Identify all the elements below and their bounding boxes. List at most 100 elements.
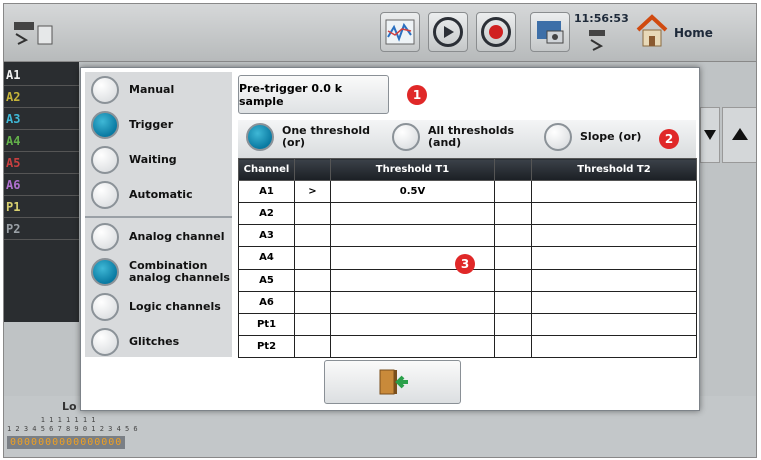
table-cell[interactable] bbox=[294, 290, 331, 314]
table-cell[interactable] bbox=[531, 179, 697, 204]
callout-badge-3: 3 bbox=[455, 254, 475, 274]
menu-separator bbox=[85, 216, 232, 218]
table-row: A1 >0.5V bbox=[238, 179, 697, 204]
menu-item-manual[interactable]: Manual bbox=[85, 73, 232, 107]
table-cell[interactable] bbox=[330, 334, 495, 359]
table-cell[interactable] bbox=[494, 224, 532, 248]
menu-item-glitches[interactable]: Glitches bbox=[85, 325, 232, 359]
channel-row-a6[interactable]: A6 bbox=[4, 174, 79, 196]
channel-row-p2[interactable]: P2 bbox=[4, 218, 79, 240]
table-header-row: Channel Threshold T1 Threshold T2 bbox=[238, 158, 697, 181]
pretrigger-button[interactable]: Pre-trigger 0.0 k sample bbox=[238, 75, 389, 114]
radio-all-thresholds[interactable] bbox=[392, 123, 420, 151]
table-cell[interactable] bbox=[494, 246, 532, 270]
channel-cell: A6 bbox=[238, 290, 295, 314]
table-cell[interactable] bbox=[494, 290, 532, 314]
table-cell[interactable] bbox=[294, 246, 331, 270]
menu-item-waiting[interactable]: Waiting bbox=[85, 143, 232, 177]
table-cell[interactable] bbox=[294, 312, 331, 336]
scroll-down-button[interactable] bbox=[700, 107, 720, 163]
channel-row-a5[interactable]: A5 bbox=[4, 152, 79, 174]
table-cell[interactable] bbox=[294, 268, 331, 292]
menu-item-logic-channels[interactable]: Logic channels bbox=[85, 290, 232, 324]
record-button[interactable] bbox=[476, 12, 516, 52]
digit-index: 1 2 3 4 5 6 7 8 9 0 1 2 3 4 5 6 bbox=[7, 425, 138, 433]
table-cell[interactable] bbox=[330, 312, 495, 336]
radio-button[interactable] bbox=[91, 111, 119, 139]
table-cell[interactable] bbox=[531, 334, 697, 359]
column-header bbox=[294, 158, 331, 181]
radio-button[interactable] bbox=[91, 76, 119, 104]
column-header: Threshold T2 bbox=[531, 158, 697, 181]
scroll-up-button[interactable] bbox=[722, 107, 756, 163]
radio-one-threshold[interactable] bbox=[246, 123, 274, 151]
table-cell[interactable] bbox=[494, 179, 532, 204]
record-icon bbox=[489, 25, 503, 39]
table-cell[interactable] bbox=[294, 202, 331, 226]
table-row: Pt1 bbox=[238, 312, 697, 336]
table-cell[interactable] bbox=[531, 246, 697, 270]
channel-cell: A3 bbox=[238, 224, 295, 248]
threshold-option-one[interactable]: One threshold (or) bbox=[246, 123, 372, 151]
channel-row-a1[interactable]: A1 bbox=[4, 64, 79, 86]
radio-button[interactable] bbox=[91, 223, 119, 251]
menu-item-automatic[interactable]: Automatic bbox=[85, 178, 232, 212]
table-cell[interactable] bbox=[330, 224, 495, 248]
clock-display: 11:56:53 bbox=[574, 12, 629, 25]
table-cell[interactable] bbox=[330, 290, 495, 314]
table-cell[interactable] bbox=[494, 268, 532, 292]
exit-door-icon bbox=[379, 369, 408, 395]
radio-button[interactable] bbox=[91, 328, 119, 356]
channel-row-a2[interactable]: A2 bbox=[4, 86, 79, 108]
app-screen: 11:56:53 Home A1 A2 A3 A4 A5 A6 P1 P2 Lo 1 1 1 … bbox=[3, 3, 757, 458]
table-cell[interactable] bbox=[531, 312, 697, 336]
triangle-up-icon bbox=[732, 128, 748, 140]
menu-item-trigger[interactable]: Trigger bbox=[85, 108, 232, 142]
callout-badge-2: 2 bbox=[659, 129, 679, 149]
table-cell[interactable] bbox=[294, 334, 331, 359]
radio-button[interactable] bbox=[91, 293, 119, 321]
menu-item-label: Manual bbox=[129, 83, 175, 96]
table-cell[interactable] bbox=[531, 202, 697, 226]
table-cell[interactable] bbox=[494, 202, 532, 226]
table-row: A3 bbox=[238, 224, 697, 248]
menu-item-combination-analog-channels[interactable]: Combination analog channels bbox=[85, 255, 232, 289]
table-cell[interactable] bbox=[494, 334, 532, 359]
threshold-option-label: One threshold (or) bbox=[282, 124, 371, 149]
table-cell[interactable] bbox=[294, 224, 331, 248]
scope-view-button[interactable] bbox=[380, 12, 420, 52]
channel-cell: A1 bbox=[238, 179, 295, 204]
channel-row-a3[interactable]: A3 bbox=[4, 108, 79, 130]
table-cell[interactable] bbox=[494, 312, 532, 336]
radio-button[interactable] bbox=[91, 181, 119, 209]
table-row: A2 bbox=[238, 202, 697, 226]
play-icon bbox=[444, 26, 454, 38]
table-cell[interactable] bbox=[531, 224, 697, 248]
menu-item-label: Logic channels bbox=[129, 300, 221, 313]
menu-item-analog-channel[interactable]: Analog channel bbox=[85, 220, 232, 254]
table-cell[interactable]: 0.5V bbox=[330, 179, 495, 204]
exit-button[interactable] bbox=[324, 360, 461, 404]
play-button[interactable] bbox=[428, 12, 468, 52]
table-cell[interactable] bbox=[531, 290, 697, 314]
radio-button[interactable] bbox=[91, 146, 119, 174]
home-label: Home bbox=[674, 26, 713, 40]
radio-button[interactable] bbox=[91, 258, 119, 286]
table-cell[interactable]: > bbox=[294, 179, 331, 204]
channel-row-p1[interactable]: P1 bbox=[4, 196, 79, 218]
channel-list: A1 A2 A3 A4 A5 A6 P1 P2 bbox=[4, 62, 79, 322]
table-cell[interactable] bbox=[531, 268, 697, 292]
table-cell[interactable] bbox=[330, 202, 495, 226]
channel-cell: A4 bbox=[238, 246, 295, 270]
home-icon bbox=[636, 14, 668, 47]
probe-icon[interactable] bbox=[12, 18, 56, 48]
channel-row-a4[interactable]: A4 bbox=[4, 130, 79, 152]
menu-item-label: Trigger bbox=[129, 118, 174, 131]
top-toolbar: 11:56:53 Home bbox=[4, 4, 756, 62]
table-row: Pt2 bbox=[238, 334, 697, 359]
screenshot-button[interactable] bbox=[530, 12, 570, 52]
threshold-option-all[interactable]: All thresholds (and) bbox=[392, 123, 514, 151]
column-header: Channel bbox=[238, 158, 295, 181]
threshold-option-slope[interactable]: Slope (or) bbox=[544, 123, 654, 151]
radio-slope[interactable] bbox=[544, 123, 572, 151]
